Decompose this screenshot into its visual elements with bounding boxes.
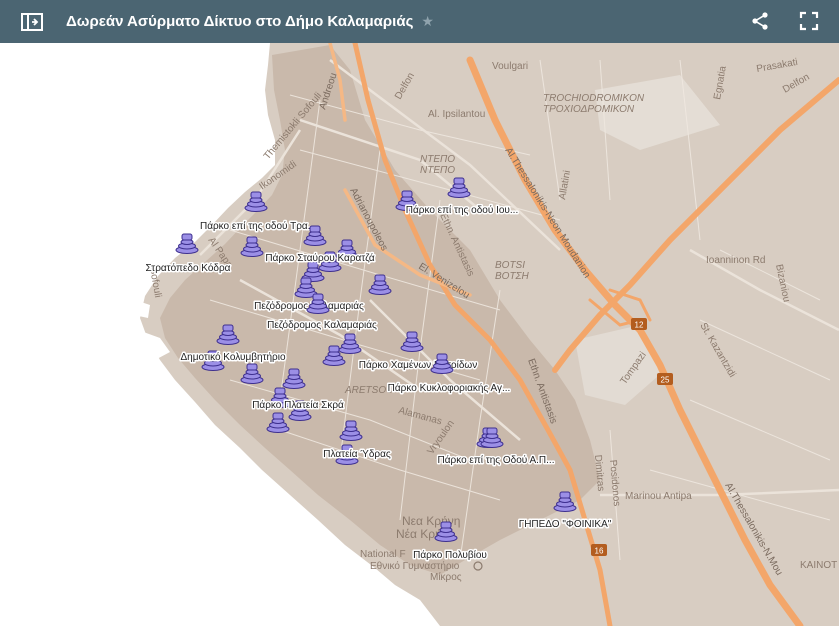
map-label-trochiodromikon-gr: ΤΡΟΧΙΟΔΡΟΜΙΚΟΝ <box>543 104 635 115</box>
route-shield-12: 12 <box>631 318 647 330</box>
wifi-marker-label: Πάρκο Κυκλοφοριακής Αγ... <box>388 382 511 394</box>
map-label-national: National F <box>360 549 406 560</box>
map-label-marinou: Marinou Antipa <box>625 491 692 502</box>
sidebar-toggle-button[interactable] <box>20 10 44 34</box>
map-label-voulgari: Voulgari <box>492 61 528 72</box>
route-shield-25-label: 25 <box>661 376 670 385</box>
wifi-marker-label: Πάρκο επί της οδού Ιου... <box>406 204 518 216</box>
map-header: Δωρεάν Ασύρματο Δίκτυο στο Δήμο Καλαμαρι… <box>0 0 839 43</box>
wifi-marker-label: Πάρκο επί της οδού Τρα... <box>200 220 316 232</box>
map-label-votsi-gr: ΒΟΤΣΗ <box>495 271 530 282</box>
wifi-marker-label: Πάρκο επί της Οδού Α.Π... <box>438 454 555 466</box>
wifi-marker-label: Δημοτικό Κολυμβητήριο <box>180 351 285 363</box>
map-label-kainot: ΚΑΙΝΟΤ <box>800 560 837 571</box>
map-label-mikros: Μίκρος <box>430 571 462 583</box>
map-label-votsi: ΒΟΤSI <box>495 260 525 271</box>
wifi-marker-label: Πάρκο Πολυβίου <box>413 549 487 561</box>
route-shield-12-label: 12 <box>635 321 644 330</box>
wifi-marker-label: Πάρκο Πλατεία Σκρά <box>252 399 344 411</box>
map-label-nea-krini: Νεα Κρήνη <box>402 514 460 528</box>
map-label-trochiodromikon: TROCHIODROMIKON <box>543 93 645 104</box>
map-label-ipsilantou: Al. Ipsilantou <box>428 109 485 120</box>
route-shield-16: 16 <box>591 544 607 556</box>
star-icon[interactable]: ★ <box>421 13 434 30</box>
wifi-marker-label: Πεζόδρομος Καλαμαριάς <box>267 319 377 331</box>
map-label-aretsou: ΑRETSOU <box>344 385 394 396</box>
share-icon <box>752 12 768 30</box>
fullscreen-button[interactable] <box>797 9 821 33</box>
wifi-marker-label: Πλατεία Ύδρας <box>323 448 391 460</box>
route-shield-16-label: 16 <box>595 547 604 556</box>
wifi-marker-label: Πάρκο Χαμένων Πατρίδων <box>359 359 477 371</box>
route-shield-25: 25 <box>657 373 673 385</box>
fullscreen-icon <box>799 11 819 31</box>
map-canvas[interactable]: 12 25 16 Andreou Voulgari Prasakati Egna… <box>0 43 839 626</box>
sidebar-toggle-icon <box>21 12 43 31</box>
map-label-ntepo-gr: ΝΤΕΠΟ <box>420 165 455 176</box>
share-button[interactable] <box>748 9 772 33</box>
map-label-ethniko: Εθνικό Γυμναστήριο <box>370 560 460 572</box>
map-label-ioanninon: Ioanninon Rd <box>706 255 766 266</box>
wifi-marker-label: Πάρκο Σταύρου Καρατζά <box>265 252 375 264</box>
map-label-ntepo: ΝΤΕΠΟ <box>420 154 455 165</box>
wifi-marker-label: ΓΗΠΕΔΟ "ΦΟΙΝΙΚΑ" <box>519 519 612 530</box>
wifi-marker-label: Στρατόπεδο Κόδρα <box>146 262 231 274</box>
map-svg[interactable]: 12 25 16 Andreou Voulgari Prasakati Egna… <box>0 43 839 626</box>
map-title: Δωρεάν Ασύρματο Δίκτυο στο Δήμο Καλαμαρι… <box>66 13 414 30</box>
